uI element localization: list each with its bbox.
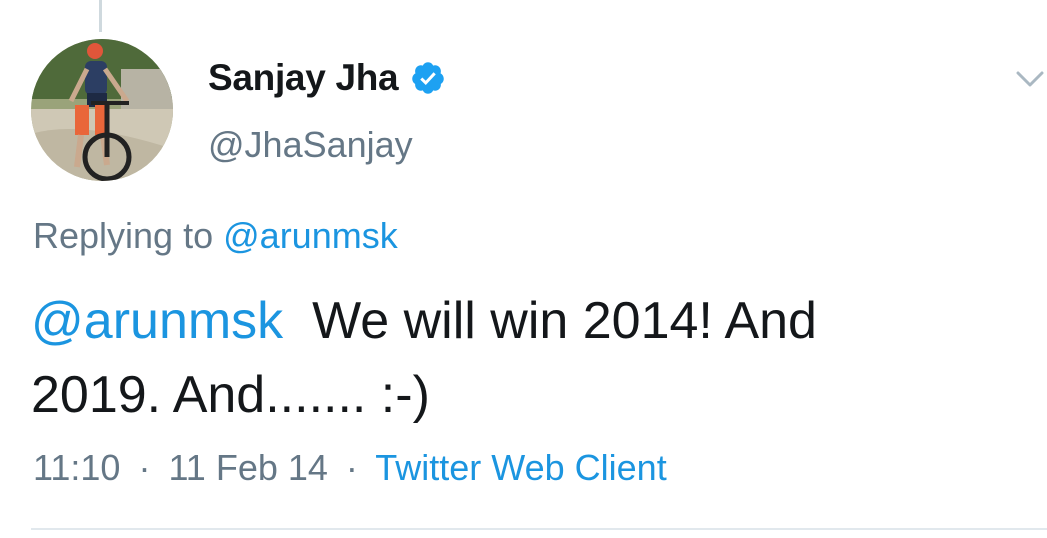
tweet-date[interactable]: 11 Feb 14 — [168, 447, 327, 488]
replying-to-label: Replying to — [33, 215, 214, 256]
tweet-body-line1: We will win 2014! And — [312, 292, 817, 350]
author-display-name[interactable]: Sanjay Jha — [208, 57, 399, 99]
tweet-mention-link[interactable]: @arunmsk — [31, 292, 283, 350]
replying-to-line: Replying to @arunmsk — [33, 215, 398, 257]
tweet-text: @arunmsk We will win 2014! And 2019. And… — [31, 284, 1021, 432]
meta-separator: · — [138, 447, 151, 488]
chevron-down-icon[interactable] — [1013, 64, 1047, 92]
author-handle[interactable]: @JhaSanjay — [208, 124, 413, 166]
author-name-row[interactable]: Sanjay Jha — [208, 55, 446, 101]
tweet-body-line2: 2019. And....... :-) — [31, 366, 430, 424]
tweet-time[interactable]: 11:10 — [33, 447, 120, 488]
avatar-photo — [31, 39, 173, 181]
meta-separator: · — [345, 447, 358, 488]
avatar[interactable] — [31, 39, 173, 181]
tweet-metadata: 11:10 · 11 Feb 14 · Twitter Web Client — [33, 447, 667, 489]
replying-to-mention-link[interactable]: @arunmsk — [223, 215, 398, 256]
tweet-client-link[interactable]: Twitter Web Client — [375, 447, 666, 488]
thread-connector-line — [99, 0, 102, 32]
verified-badge-icon — [410, 60, 446, 96]
divider — [31, 528, 1047, 530]
